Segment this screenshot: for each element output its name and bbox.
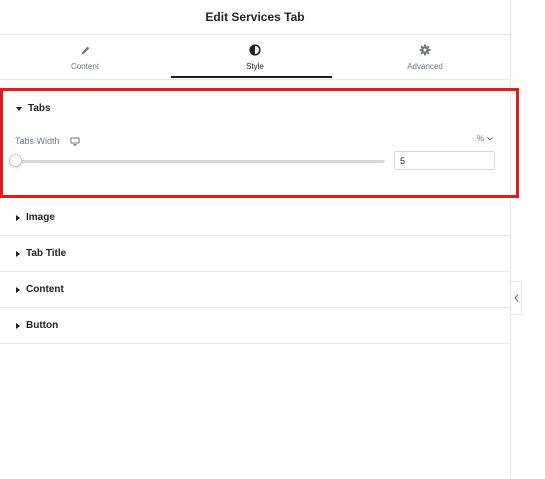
- tab-advanced-label: Advanced: [407, 62, 443, 71]
- tab-content-label: Content: [70, 62, 100, 71]
- tabs-width-control: Tabs Width %: [15, 134, 493, 148]
- editor-panel: Edit Services Tab Content Style Advanced…: [0, 0, 511, 479]
- tabs-width-slider-handle[interactable]: [8, 154, 22, 167]
- tab-content[interactable]: Content: [0, 35, 170, 79]
- tabs-width-input[interactable]: [394, 151, 495, 170]
- caret-right-icon: [16, 250, 20, 257]
- section-image[interactable]: Image: [0, 200, 511, 236]
- tabs-width-slider-track[interactable]: [15, 160, 385, 163]
- tabs-width-label: Tabs Width: [15, 136, 60, 146]
- collapse-panel-handle[interactable]: [511, 281, 522, 315]
- chevron-down-icon: [487, 134, 493, 143]
- caret-right-icon: [16, 286, 20, 293]
- section-content[interactable]: Content: [0, 272, 511, 308]
- section-button[interactable]: Button: [0, 308, 511, 344]
- page-title: Edit Services Tab: [205, 10, 305, 24]
- section-button-label: Button: [26, 320, 59, 331]
- section-tabs-header[interactable]: Tabs: [16, 103, 51, 114]
- chevron-left-icon: [513, 289, 519, 307]
- section-image-label: Image: [26, 212, 55, 223]
- caret-right-icon: [16, 214, 20, 221]
- tab-advanced[interactable]: Advanced: [340, 35, 510, 79]
- caret-right-icon: [16, 322, 20, 329]
- section-content-label: Content: [26, 284, 64, 295]
- desktop-icon[interactable]: [70, 136, 80, 146]
- section-tab-title-label: Tab Title: [26, 248, 67, 259]
- section-tabs-label: Tabs: [28, 103, 51, 114]
- section-tabs-expanded: Tabs Tabs Width %: [0, 88, 519, 198]
- tab-style[interactable]: Style: [170, 35, 340, 79]
- active-tab-indicator: [171, 76, 332, 78]
- section-list: Image Tab Title Content Button: [0, 200, 511, 344]
- panel-header: Edit Services Tab: [0, 0, 510, 35]
- section-tab-title[interactable]: Tab Title: [0, 236, 511, 272]
- tab-style-label: Style: [246, 62, 264, 71]
- caret-down-icon: [16, 106, 22, 111]
- editor-tabs: Content Style Advanced: [0, 35, 510, 80]
- gear-icon: [418, 43, 432, 57]
- unit-selector[interactable]: %: [477, 134, 493, 143]
- unit-label: %: [476, 134, 484, 143]
- half-circle-icon: [248, 43, 262, 57]
- pencil-icon: [78, 43, 92, 57]
